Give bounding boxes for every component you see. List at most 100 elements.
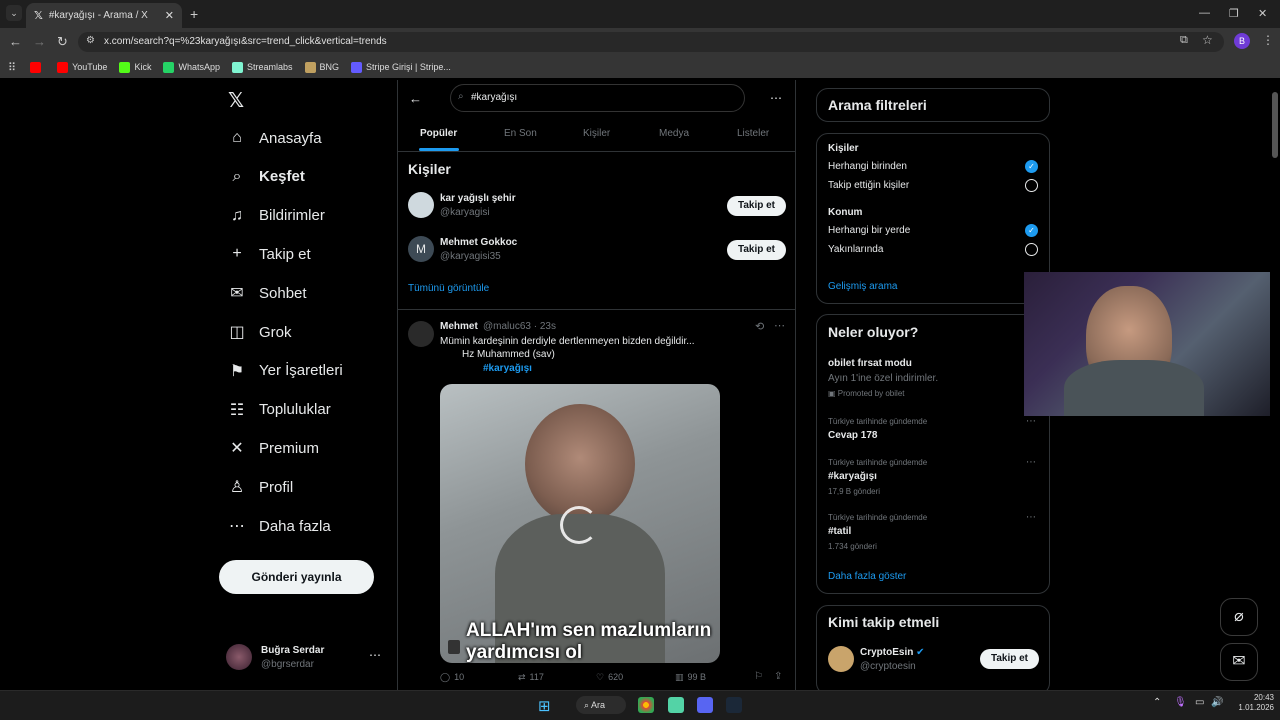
post-video[interactable]: ALLAH'ım sen mazlumların yardımcısı ol [440,384,720,663]
repost-action[interactable]: ⇄ 117 [518,672,544,683]
scrollbar-thumb[interactable] [1272,92,1278,158]
bookmark-item[interactable]: BNG [304,61,339,73]
maximize-button[interactable]: ❐ [1229,7,1239,20]
trend-more-icon[interactable]: ⋯ [1026,416,1036,427]
new-tab-button[interactable]: + [190,6,198,22]
volume-icon[interactable]: 🔊 [1211,697,1223,708]
search-options-icon[interactable]: ⋯ [770,91,782,105]
share-icon[interactable]: ⇪ [774,671,782,682]
bookmark-item[interactable]: Streamlabs [231,61,293,73]
close-window-button[interactable]: ✕ [1258,7,1267,20]
advanced-search-link[interactable]: Gelişmiş arama [828,281,897,292]
trend-more-icon[interactable]: ⋯ [1026,457,1036,468]
tab-search-button[interactable]: ⌄ [6,5,22,21]
back-button[interactable]: ← [9,34,22,49]
post-author-name[interactable]: Mehmet [440,321,478,332]
clock[interactable]: 20:43 1.01.2026 [1234,693,1274,713]
tray-chevron-icon[interactable]: ⌃ [1153,697,1161,708]
search-input[interactable]: #karyağışı [450,84,745,112]
trend-name[interactable]: #karyağışı [828,471,877,482]
views-action[interactable]: ▥ 99 B [675,672,706,683]
bookmark-item[interactable]: Kick [119,61,151,73]
bookmark-star-icon[interactable]: ☆ [1202,33,1213,47]
show-all-people-link[interactable]: Tümünü görüntüle [408,283,489,294]
discord-icon[interactable] [697,697,713,713]
post-more-icon[interactable]: ⋯ [774,319,785,332]
nav-item-bildirimler[interactable]: ♫ Bildirimler [227,204,325,228]
user-avatar-default[interactable] [408,192,434,218]
suggested-user-avatar[interactable] [828,646,854,672]
steam-icon[interactable] [726,697,742,713]
like-action[interactable]: ♡ 620 [596,672,623,683]
nav-item-ke-fet[interactable]: ⌕ Keşfet [227,165,305,189]
account-more-icon[interactable]: ⋯ [369,648,381,662]
suggested-user-name[interactable]: CryptoEsin ✔ [860,647,925,658]
nav-item-grok[interactable]: ◫ Grok [227,320,291,344]
filter-option-label[interactable]: Yakınlarında [828,244,883,255]
nav-item-profil[interactable]: ♙ Profil [227,475,293,499]
search-tab[interactable]: Listeler [737,128,769,139]
x-logo-icon[interactable]: 𝕏 [228,88,244,113]
video-control-icon[interactable] [448,640,460,654]
minimize-button[interactable]: — [1199,7,1210,19]
forward-button[interactable]: → [33,34,46,49]
nav-item-topluluklar[interactable]: ☷ Topluluklar [227,398,331,422]
install-app-icon[interactable]: ⧉ [1180,34,1188,47]
follow-button[interactable]: Takip et [980,649,1039,669]
windows-start-icon[interactable]: ⊞ [538,697,551,715]
trend-name[interactable]: Cevap 178 [828,430,877,441]
profile-avatar[interactable]: B [1234,33,1250,49]
follow-button[interactable]: Takip et [727,240,786,260]
search-tab[interactable]: Medya [659,128,689,139]
chrome-icon[interactable] [638,697,654,713]
post-author-avatar[interactable] [408,321,434,347]
browser-tab[interactable]: 𝕏 #karyağışı - Arama / X ✕ [26,3,182,28]
reply-action[interactable]: ◯ 10 [440,672,464,683]
search-tab[interactable]: Popüler [420,128,457,139]
url-input[interactable]: x.com/search?q=%23karyağışı&src=trend_cl… [78,32,1224,52]
trend-name[interactable]: #tatil [828,526,851,537]
radio-unchecked-icon[interactable] [1025,243,1038,256]
filter-option-label[interactable]: Takip ettiğin kişiler [828,180,909,191]
reload-button[interactable]: ↻ [57,34,68,50]
grok-float-button[interactable]: ⌀ [1220,598,1258,636]
follow-button[interactable]: Takip et [727,196,786,216]
bookmark-item[interactable]: Stripe Girişi | Stripe... [351,61,451,73]
nav-item-takip-et[interactable]: + Takip et [227,242,310,266]
nav-item-premium[interactable]: ✕ Premium [227,436,319,460]
close-tab-icon[interactable]: ✕ [165,9,174,22]
microphone-icon[interactable]: 🎙 [1174,697,1187,708]
radio-checked-icon[interactable]: ✓ [1025,160,1038,173]
search-tab[interactable]: Kişiler [583,128,610,139]
filter-option-label[interactable]: Herhangi birinden [828,161,907,172]
account-switcher[interactable]: Buğra Serdar @bgrserdar ⋯ [226,642,386,674]
nav-item-yer-i-aretleri[interactable]: ⚑ Yer İşaretleri [227,359,343,383]
radio-checked-icon[interactable]: ✓ [1025,224,1038,237]
nav-item-sohbet[interactable]: ✉ Sohbet [227,281,306,305]
promo-title[interactable]: obilet fırsat modu [828,358,912,369]
apps-grid-icon[interactable]: ⠿ [8,61,16,74]
user-avatar-initial[interactable]: M [408,236,434,262]
trend-more-icon[interactable]: ⋯ [1026,512,1036,523]
grok-explain-icon[interactable]: ⟲ [755,320,764,333]
filter-option-label[interactable]: Herhangi bir yerde [828,225,910,236]
nav-item-anasayfa[interactable]: ⌂ Anasayfa [227,126,321,150]
search-tab[interactable]: En Son [504,128,537,139]
page-scrollbar[interactable] [1270,80,1280,690]
show-more-trends-link[interactable]: Daha fazla göster [828,571,906,582]
user-name[interactable]: kar yağışlı şehir [440,193,516,204]
taskbar-search[interactable]: ⌕ Ara [576,696,626,714]
bookmark-icon[interactable]: ⚐ [754,671,763,682]
post-hashtag-link[interactable]: #karyağışı [483,363,532,374]
site-info-icon[interactable]: ⚙ [86,35,95,46]
radio-unchecked-icon[interactable] [1025,179,1038,192]
bookmark-item[interactable] [30,61,45,73]
back-arrow-icon[interactable]: ← [409,91,422,106]
post-button[interactable]: Gönderi yayınla [219,560,374,594]
streamlabs-icon[interactable] [668,697,684,713]
messages-float-button[interactable]: ✉ [1220,643,1258,681]
user-name[interactable]: Mehmet Gokkoc [440,237,517,248]
nav-item-daha-fazla[interactable]: ⋯ Daha fazla [227,514,331,538]
bookmark-item[interactable]: YouTube [57,61,107,73]
network-icon[interactable]: ▭ [1195,697,1204,708]
